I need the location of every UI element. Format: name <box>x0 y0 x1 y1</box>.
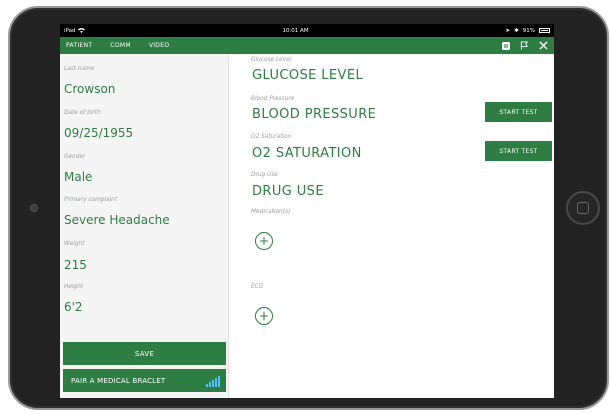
home-button[interactable] <box>566 191 600 225</box>
save-button[interactable]: SAVE <box>63 342 226 365</box>
signal-bars-icon <box>206 375 220 387</box>
complaint-label: Primary complaint <box>64 197 118 203</box>
status-right: ➤ ✱ 91% <box>506 28 550 34</box>
tab-video[interactable]: VIDEO <box>149 42 170 49</box>
drug-label: Drug Use <box>251 172 278 178</box>
battery-icon <box>539 28 550 33</box>
height-label: Height <box>64 284 84 290</box>
battery-percent: 91% <box>522 27 535 34</box>
front-camera <box>30 204 38 212</box>
weight-field[interactable]: 215 <box>64 258 87 272</box>
drug-field[interactable]: DRUG USE <box>252 184 324 199</box>
close-icon[interactable] <box>539 41 548 50</box>
wifi-icon <box>78 28 86 33</box>
nav-icons <box>502 41 550 50</box>
last-name-label: Last name <box>64 66 95 72</box>
weight-label: Weight <box>64 241 85 247</box>
add-ecg-button[interactable] <box>255 307 273 325</box>
tests-panel: Glucose Level GLUCOSE LEVEL Blood Pressu… <box>230 54 554 398</box>
flag-icon[interactable] <box>520 41 529 50</box>
tab-comm[interactable]: COMM <box>110 42 130 49</box>
main-content: Last name Crowson Date of birth 09/25/19… <box>60 54 554 398</box>
patient-panel: Last name Crowson Date of birth 09/25/19… <box>60 54 229 398</box>
nav-tabs: PATIENT COMM VIDEO <box>64 42 169 49</box>
complaint-field[interactable]: Severe Headache <box>64 213 170 227</box>
device-name: iPad <box>64 27 76 34</box>
status-time: 10:01 AM <box>282 27 309 34</box>
o2-label: O2 Saturation <box>251 134 292 140</box>
pause-icon[interactable] <box>502 41 510 50</box>
home-button-icon <box>577 202 589 214</box>
last-name-field[interactable]: Crowson <box>64 82 115 96</box>
start-o2-test-button[interactable]: START TEST <box>485 141 552 161</box>
tab-patient[interactable]: PATIENT <box>66 42 92 49</box>
glucose-field[interactable]: GLUCOSE LEVEL <box>252 68 363 83</box>
add-medication-button[interactable] <box>255 232 273 250</box>
pair-bracelet-button[interactable]: PAIR A MEDICAL BRACLET <box>63 369 226 392</box>
gender-field[interactable]: Male <box>64 170 92 184</box>
o2-field[interactable]: O2 SATURATION <box>252 146 362 161</box>
plus-icon <box>260 312 268 320</box>
app-navbar: PATIENT COMM VIDEO <box>60 37 554 54</box>
glucose-label: Glucose Level <box>251 57 292 63</box>
status-bar: iPad 10:01 AM ➤ ✱ 91% <box>60 24 554 37</box>
status-left: iPad <box>64 27 86 34</box>
height-field[interactable]: 6'2 <box>64 300 83 314</box>
ipad-screen: iPad 10:01 AM ➤ ✱ 91% PATIENT COMM VIDEO <box>60 24 554 398</box>
location-icon: ➤ <box>505 27 511 34</box>
bp-field[interactable]: BLOOD PRESSURE <box>252 107 376 122</box>
dob-field[interactable]: 09/25/1955 <box>64 126 133 140</box>
dob-label: Date of birth <box>64 110 101 116</box>
bp-label: Blood Pressure <box>251 96 295 102</box>
bluetooth-icon: ✱ <box>514 27 519 34</box>
pair-bracelet-label: PAIR A MEDICAL BRACLET <box>71 376 166 385</box>
ecg-label: ECG <box>251 284 264 290</box>
plus-icon <box>260 237 268 245</box>
gender-label: Gender <box>64 154 86 160</box>
medication-label: Medication(s) <box>251 209 291 215</box>
start-bp-test-button[interactable]: START TEST <box>485 102 552 122</box>
